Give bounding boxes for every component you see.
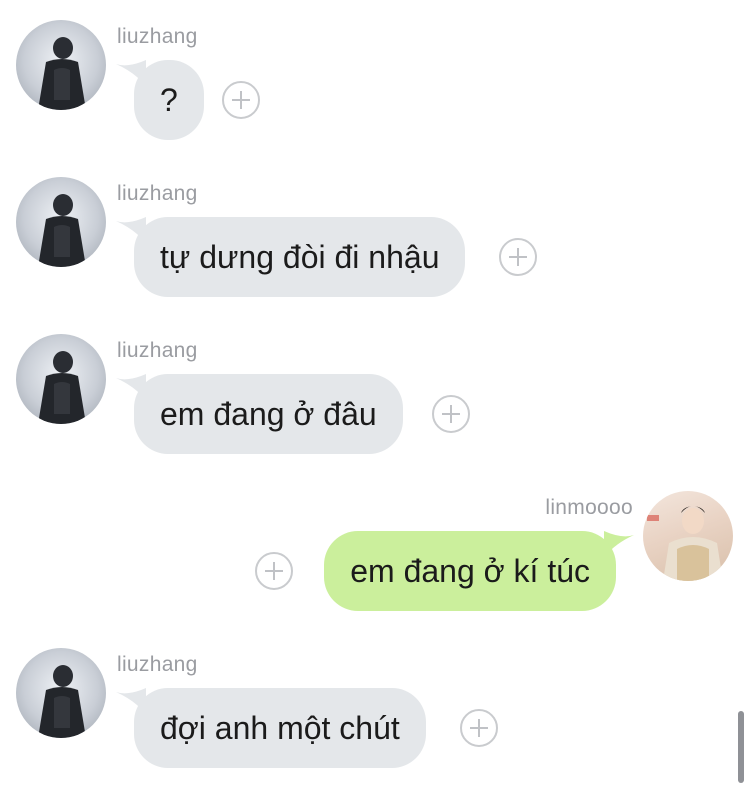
message-row: linmoooo em đang ở kí túc <box>0 491 750 621</box>
sender-name: liuzhang <box>117 182 198 205</box>
chat-message-list: liuzhang ? liuzhang tự dưng đòi đi nhậu <box>0 0 750 785</box>
plus-circle-icon[interactable] <box>499 238 537 276</box>
message-bubble[interactable]: đợi anh một chút <box>134 688 426 768</box>
sender-name: liuzhang <box>117 25 198 48</box>
sender-avatar[interactable] <box>643 491 733 581</box>
message-bubble[interactable]: em đang ở kí túc <box>324 531 616 611</box>
sender-name: liuzhang <box>117 653 198 676</box>
message-bubble[interactable]: ? <box>134 60 204 140</box>
sender-name: liuzhang <box>117 339 198 362</box>
message-bubble[interactable]: tự dưng đòi đi nhậu <box>134 217 466 297</box>
sender-avatar[interactable] <box>16 334 106 424</box>
scrollbar[interactable] <box>738 711 744 783</box>
plus-circle-icon[interactable] <box>432 395 470 433</box>
sender-avatar[interactable] <box>16 648 106 738</box>
message-row: liuzhang em đang ở đâu <box>0 334 750 464</box>
sender-avatar[interactable] <box>16 177 106 267</box>
message-bubble[interactable]: em đang ở đâu <box>134 374 403 454</box>
plus-circle-icon[interactable] <box>460 709 498 747</box>
message-row: liuzhang đợi anh một chút <box>0 648 750 778</box>
plus-circle-icon[interactable] <box>255 552 293 590</box>
plus-circle-icon[interactable] <box>222 81 260 119</box>
message-row: liuzhang tự dưng đòi đi nhậu <box>0 177 750 307</box>
message-row: liuzhang ? <box>0 20 750 150</box>
sender-avatar[interactable] <box>16 20 106 110</box>
sender-name: linmoooo <box>545 496 633 519</box>
